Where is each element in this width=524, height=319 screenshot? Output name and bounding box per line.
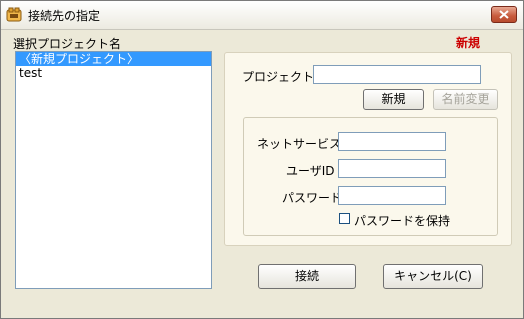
connect-button[interactable]: 接続 bbox=[258, 264, 356, 289]
title-bar[interactable]: 接続先の指定 bbox=[1, 1, 523, 30]
mode-badge: 新規 bbox=[456, 36, 481, 50]
app-icon bbox=[6, 7, 22, 22]
cancel-button[interactable]: キャンセル(C) bbox=[383, 264, 483, 289]
list-item[interactable]: test bbox=[16, 66, 211, 80]
project-list-label: 選択プロジェクト名 bbox=[13, 37, 122, 51]
password-label: パスワード bbox=[282, 191, 343, 205]
close-icon bbox=[499, 10, 509, 19]
window-title: 接続先の指定 bbox=[28, 9, 101, 23]
close-button[interactable] bbox=[491, 6, 517, 23]
rename-button[interactable]: 名前変更 bbox=[433, 89, 498, 110]
network-service-input[interactable] bbox=[338, 132, 446, 151]
user-id-input[interactable] bbox=[338, 159, 446, 178]
list-item[interactable]: 〈新規プロジェクト〉 bbox=[16, 52, 211, 66]
project-list[interactable]: 〈新規プロジェクト〉 test bbox=[15, 51, 212, 289]
keep-password-checkbox[interactable] bbox=[339, 213, 350, 224]
project-name-input[interactable] bbox=[313, 65, 481, 84]
connection-dialog: 接続先の指定 選択プロジェクト名 新規 〈新規プロジェクト〉 test プロジェ… bbox=[0, 0, 524, 319]
new-button[interactable]: 新規 bbox=[363, 89, 424, 110]
keep-password-label: パスワードを保持 bbox=[354, 214, 451, 228]
user-id-label: ユーザID bbox=[286, 164, 335, 178]
password-input[interactable] bbox=[338, 186, 446, 205]
